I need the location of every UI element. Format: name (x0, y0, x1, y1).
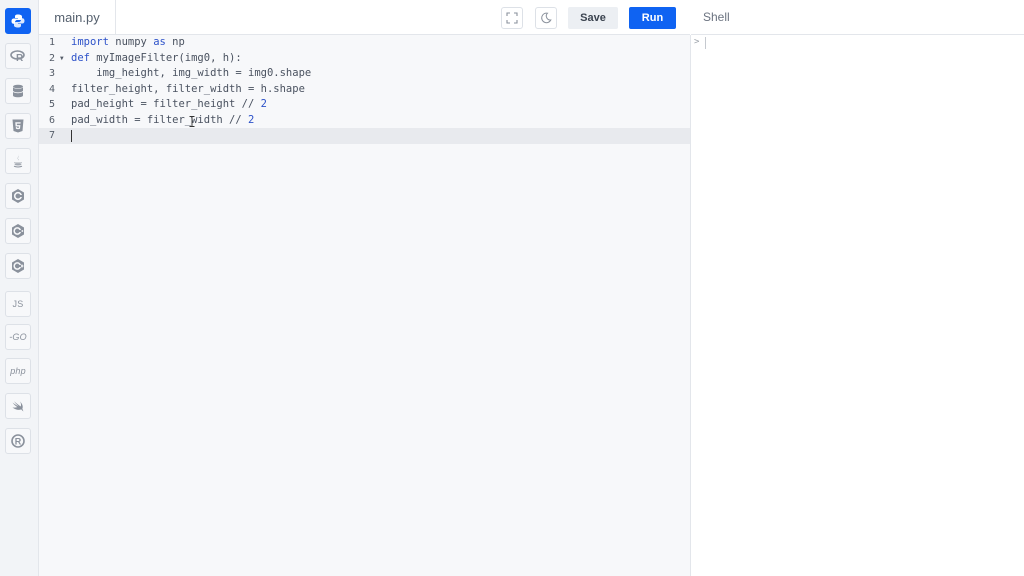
ibeam-cursor-icon (189, 116, 195, 127)
csharp-icon (12, 259, 24, 273)
shell-title: Shell (703, 10, 730, 24)
language-java[interactable] (5, 148, 31, 174)
code-line-active: 7 (39, 128, 690, 144)
code-editor[interactable]: 1 import numpy as np 2 ▼ def myImageFilt… (39, 35, 691, 576)
html5-icon (12, 119, 24, 133)
language-php[interactable]: php (5, 358, 31, 384)
language-cpp[interactable] (5, 218, 31, 244)
language-sidebar: R JS -GO php R (0, 0, 39, 576)
dark-mode-toggle[interactable] (535, 7, 557, 29)
code-text: filter_height, filter_width = h.shape (71, 82, 305, 95)
code-text: pad_height = filter_height // 2 (71, 98, 267, 110)
code-line: 1 import numpy as np (39, 35, 690, 51)
language-rust[interactable]: R (5, 428, 31, 454)
language-swift[interactable] (5, 393, 31, 419)
rust-icon: R (11, 434, 25, 448)
r-icon: R (10, 50, 25, 64)
code-text: img_height, img_width = img0.shape (71, 67, 312, 79)
code-text: def myImageFilter(img0, h): (71, 51, 242, 64)
code-line: 5 pad_height = filter_height // 2 (39, 97, 690, 113)
code-line: 2 ▼ def myImageFilter(img0, h): (39, 51, 690, 67)
svg-text:R: R (16, 53, 24, 64)
code-text: pad_width = filter_width // 2 (71, 113, 255, 126)
language-sql[interactable] (5, 78, 31, 104)
c-icon (12, 189, 24, 203)
js-icon: JS (12, 299, 24, 309)
go-icon: -GO (9, 332, 27, 342)
fold-arrow-icon[interactable]: ▼ (60, 51, 64, 67)
editor-toolbar: main.py Save Run (39, 0, 690, 35)
language-r[interactable]: R (5, 43, 31, 69)
shell-prompt: > (694, 37, 700, 47)
line-number: 7 (49, 130, 56, 141)
svg-text:R: R (15, 437, 22, 447)
code-line: 3 img_height, img_width = img0.shape (39, 66, 690, 82)
shell-header: Shell (691, 0, 1024, 35)
code-line: 6 pad_width = filter_width // 2 (39, 113, 690, 129)
java-icon (13, 154, 23, 168)
swift-icon (12, 401, 24, 412)
line-number: 3 (49, 68, 56, 79)
moon-icon (541, 12, 552, 24)
code-text: import numpy as np (71, 36, 185, 48)
shell-output[interactable]: > (691, 35, 1024, 576)
cpp-icon (12, 224, 24, 238)
python-icon (11, 14, 25, 28)
run-button[interactable]: Run (629, 7, 676, 29)
shell-cursor (705, 37, 706, 49)
line-number: 4 (49, 83, 56, 95)
language-python[interactable] (5, 8, 31, 34)
php-icon: php (10, 366, 26, 376)
language-go[interactable]: -GO (5, 324, 31, 350)
line-number: 5 (49, 99, 56, 110)
language-csharp[interactable] (5, 253, 31, 279)
text-cursor (71, 130, 72, 142)
fullscreen-button[interactable] (501, 7, 523, 29)
save-button[interactable]: Save (568, 7, 618, 29)
language-html[interactable] (5, 113, 31, 139)
fullscreen-icon (506, 12, 518, 24)
line-number: 6 (49, 114, 56, 126)
file-tab-main[interactable]: main.py (39, 0, 116, 34)
code-line: 4 filter_height, filter_width = h.shape (39, 82, 690, 98)
line-number: 1 (49, 37, 56, 48)
language-javascript[interactable]: JS (5, 291, 31, 317)
database-icon (12, 84, 24, 98)
language-c[interactable] (5, 183, 31, 209)
